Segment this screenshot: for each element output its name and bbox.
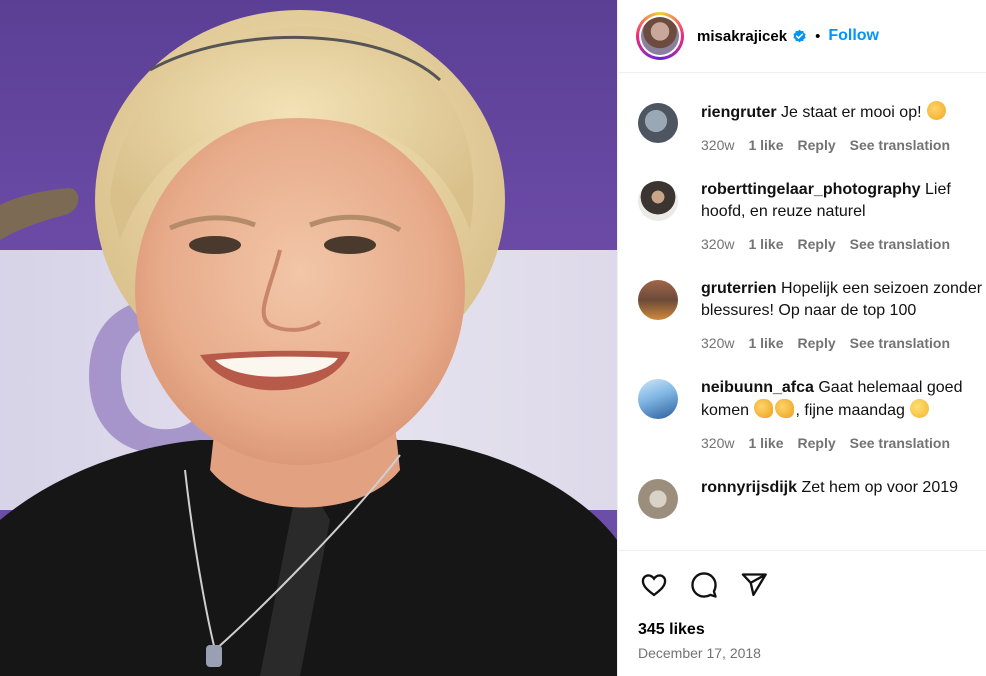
see-translation-button[interactable]: See translation	[850, 137, 950, 153]
player-portrait	[0, 10, 617, 676]
comment-text-end: , fijne maandag	[795, 402, 905, 419]
comment-like-count[interactable]: 1 like	[748, 137, 783, 153]
share-icon[interactable]	[738, 569, 770, 601]
comment-item: gruterrien Hopelijk een seizoen zonder b…	[638, 278, 986, 351]
avatar[interactable]	[636, 12, 684, 60]
comment-like-count[interactable]: 1 like	[748, 435, 783, 451]
comment-icon[interactable]	[688, 569, 720, 601]
comment-like-count[interactable]: 1 like	[748, 335, 783, 351]
post-header: misakrajicek • Follow	[618, 0, 986, 73]
reply-button[interactable]: Reply	[798, 335, 836, 351]
comment-list[interactable]: riengruter Je staat er mooi op! 320w 1 l…	[618, 73, 986, 550]
follow-button[interactable]: Follow	[828, 27, 879, 45]
comment-text: Je staat er mooi op!	[781, 104, 922, 121]
post-view: OR	[0, 0, 986, 676]
comment-username[interactable]: gruterrien	[701, 280, 777, 297]
like-count[interactable]: 345 likes	[638, 621, 966, 639]
see-translation-button[interactable]: See translation	[850, 435, 950, 451]
post-sidebar: misakrajicek • Follow riengruter Je staa…	[617, 0, 986, 676]
separator-dot: •	[815, 27, 821, 45]
comment-username[interactable]: ronnyrijsdijk	[701, 479, 797, 496]
comment-time[interactable]: 320w	[701, 435, 734, 451]
comment-username[interactable]: riengruter	[701, 104, 777, 121]
reply-button[interactable]: Reply	[798, 236, 836, 252]
post-date[interactable]: December 17, 2018	[638, 645, 966, 661]
comment-item: riengruter Je staat er mooi op! 320w 1 l…	[638, 101, 986, 153]
post-photo[interactable]: OR	[0, 0, 617, 676]
see-translation-button[interactable]: See translation	[850, 335, 950, 351]
commenter-avatar[interactable]	[638, 478, 678, 519]
flexed-biceps-emoji	[775, 399, 795, 418]
flexed-biceps-emoji	[754, 399, 774, 418]
comment-time[interactable]: 320w	[701, 236, 734, 252]
clapping-hands-emoji	[927, 101, 946, 120]
commenter-avatar[interactable]	[638, 378, 678, 419]
verified-badge-icon	[792, 29, 807, 44]
comment-username[interactable]: neibuunn_afca	[701, 379, 814, 396]
comment-time[interactable]: 320w	[701, 137, 734, 153]
comment-time[interactable]: 320w	[701, 335, 734, 351]
reply-button[interactable]: Reply	[798, 137, 836, 153]
comment-username[interactable]: roberttingelaar_photography	[701, 181, 921, 198]
comment-item: ronnyrijsdijk Zet hem op voor 2019	[638, 477, 986, 519]
see-translation-button[interactable]: See translation	[850, 236, 950, 252]
comment-text: Zet hem op voor 2019	[801, 478, 959, 496]
comment-like-count[interactable]: 1 like	[748, 236, 783, 252]
comment-item: roberttingelaar_photography Lief hoofd, …	[638, 179, 986, 252]
commenter-avatar[interactable]	[638, 180, 678, 221]
comment-item: neibuunn_afca Gaat helemaal goed komen ,…	[638, 377, 986, 451]
commenter-avatar[interactable]	[638, 103, 678, 143]
smiling-face-emoji	[910, 399, 930, 418]
post-actions: 345 likes December 17, 2018	[618, 550, 986, 676]
profile-picture	[641, 17, 679, 55]
commenter-avatar[interactable]	[638, 279, 678, 320]
post-author-username[interactable]: misakrajicek	[697, 28, 787, 45]
reply-button[interactable]: Reply	[798, 435, 836, 451]
heart-icon[interactable]	[638, 569, 670, 601]
